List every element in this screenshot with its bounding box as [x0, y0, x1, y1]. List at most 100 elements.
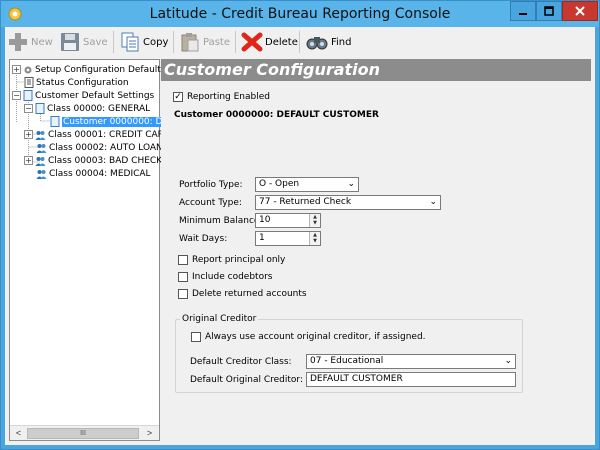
find-button[interactable]: Find	[305, 29, 352, 55]
default-original-creditor-input[interactable]: DEFAULT CUSTOMER	[306, 372, 516, 387]
scroll-left-icon[interactable]: <	[11, 427, 26, 440]
original-creditor-group-title: Original Creditor	[180, 314, 259, 324]
toolbar: New Save Copy Paste Delete Find	[5, 27, 595, 57]
minimize-icon	[519, 13, 527, 15]
tree-item-customer-default-settings[interactable]: − Customer Default Settings	[12, 89, 154, 102]
tree-item-label: Class 00000: GENERAL	[47, 103, 151, 114]
app-window: Latitude - Credit Bureau Reporting Conso…	[0, 0, 600, 450]
collapse-icon[interactable]: −	[12, 91, 21, 100]
delete-x-icon	[241, 32, 263, 52]
document-icon	[23, 90, 33, 101]
reporting-enabled-checkbox[interactable]: ✓ Reporting Enabled	[173, 92, 270, 102]
report-principal-checkbox[interactable]: Report principal only	[178, 255, 285, 265]
plus-icon	[9, 33, 27, 51]
delete-button[interactable]: Delete	[241, 29, 298, 55]
portfolio-type-label: Portfolio Type:	[179, 180, 243, 190]
find-label: Find	[331, 36, 352, 48]
chevron-down-icon: ⌄	[347, 179, 355, 189]
tree-item-label: Setup Configuration Default	[35, 64, 161, 75]
tree-item-class-general[interactable]: − Class 00000: GENERAL	[24, 102, 150, 115]
minimum-balance-value: 10	[259, 215, 271, 225]
default-creditor-class-select[interactable]: 07 - Educational ⌄	[306, 354, 516, 369]
copy-icon	[121, 32, 139, 52]
chevron-down-icon: ⌄	[504, 356, 512, 366]
tree-item-label: Customer 0000000: DE	[62, 116, 170, 127]
default-creditor-class-value: 07 - Educational	[310, 356, 384, 366]
checkbox-empty-icon[interactable]	[178, 255, 188, 265]
tree-item-label: Status Configuration	[36, 77, 129, 88]
delete-returned-label: Delete returned accounts	[192, 289, 307, 299]
spinner-arrows-icon[interactable]: ▲ ▼	[309, 214, 320, 227]
title-bar[interactable]: Latitude - Credit Bureau Reporting Conso…	[1, 1, 599, 27]
new-button[interactable]: New	[7, 29, 53, 55]
tree-item-status-configuration[interactable]: Status Configuration	[24, 76, 129, 89]
always-use-original-creditor-checkbox[interactable]: Always use account original creditor, if…	[191, 332, 426, 342]
account-type-value: 77 - Returned Check	[259, 197, 352, 207]
account-type-select[interactable]: 77 - Returned Check ⌄	[255, 195, 441, 210]
tree-item-setup-configuration[interactable]: + Setup Configuration Default	[12, 63, 161, 76]
tree-item-label: Class 00002: AUTO LOANS	[49, 142, 169, 153]
portfolio-type-select[interactable]: O - Open ⌄	[255, 177, 359, 192]
copy-label: Copy	[143, 36, 169, 48]
save-label: Save	[83, 36, 108, 48]
maximize-icon	[544, 6, 554, 16]
save-button[interactable]: Save	[59, 29, 108, 55]
tree-item-class-auto-loans[interactable]: Class 00002: AUTO LOANS	[36, 141, 168, 154]
document-icon	[35, 103, 45, 114]
configuration-panel: Customer Configuration ✓ Reporting Enabl…	[161, 59, 591, 441]
default-creditor-class-label: Default Creditor Class:	[190, 357, 292, 367]
paste-button[interactable]: Paste	[179, 29, 230, 55]
new-label: New	[31, 36, 53, 48]
original-creditor-group: Original Creditor Always use account ori…	[175, 314, 523, 393]
clipboard-icon	[181, 33, 199, 52]
checkbox-empty-icon[interactable]	[178, 272, 188, 282]
expand-icon[interactable]: +	[12, 65, 21, 74]
tree-item-class-medical[interactable]: Class 00004: MEDICAL	[36, 167, 151, 180]
copy-button[interactable]: Copy	[119, 29, 168, 55]
tree-item-class-credit-card[interactable]: + Class 00001: CREDIT CAR	[24, 128, 164, 141]
toolbar-separator	[299, 31, 300, 53]
expand-icon[interactable]: +	[24, 130, 33, 139]
minimum-balance-input[interactable]: 10 ▲ ▼	[255, 213, 321, 228]
people-icon	[35, 156, 46, 166]
collapse-icon[interactable]: −	[24, 104, 33, 113]
tree-item-label: Class 00001: CREDIT CAR	[48, 129, 164, 140]
scroll-thumb[interactable]: III	[27, 428, 139, 439]
include-codebtors-checkbox[interactable]: Include codebtors	[178, 272, 272, 282]
account-type-label: Account Type:	[179, 198, 242, 208]
paste-label: Paste	[203, 36, 230, 48]
checkbox-empty-icon[interactable]	[178, 289, 188, 299]
close-icon	[575, 6, 585, 16]
include-codebtors-label: Include codebtors	[192, 272, 273, 282]
wait-days-input[interactable]: 1 ▲ ▼	[255, 231, 321, 246]
toolbar-separator	[235, 31, 236, 53]
always-use-label: Always use account original creditor, if…	[205, 332, 426, 342]
toolbar-separator	[113, 31, 114, 53]
portfolio-type-value: O - Open	[259, 179, 300, 189]
close-button[interactable]	[562, 1, 598, 21]
horizontal-scrollbar[interactable]: < III >	[10, 425, 159, 440]
people-icon	[35, 130, 46, 140]
checkbox-empty-icon[interactable]	[191, 332, 201, 342]
default-original-creditor-value: DEFAULT CUSTOMER	[310, 374, 403, 384]
maximize-button[interactable]	[536, 1, 562, 21]
scroll-right-icon[interactable]: >	[142, 427, 157, 440]
delete-returned-checkbox[interactable]: Delete returned accounts	[178, 289, 307, 299]
panel-title: Customer Configuration	[161, 59, 591, 81]
checkmark-icon[interactable]: ✓	[173, 92, 183, 102]
people-icon	[36, 143, 47, 153]
tree-item-class-bad-checks[interactable]: + Class 00003: BAD CHECKS	[24, 154, 168, 167]
floppy-disk-icon	[61, 33, 79, 51]
tree-item-customer-default[interactable]: Customer 0000000: DE	[50, 115, 170, 128]
chevron-down-icon: ⌄	[429, 197, 437, 207]
delete-label: Delete	[265, 36, 298, 48]
binoculars-icon	[306, 37, 328, 50]
default-original-creditor-label: Default Original Creditor:	[190, 375, 303, 385]
client-area: New Save Copy Paste Delete Find + Setup …	[5, 27, 595, 445]
navigation-tree[interactable]: + Setup Configuration Default Status Con…	[9, 59, 170, 441]
expand-icon[interactable]: +	[24, 156, 33, 165]
minimize-button[interactable]	[510, 1, 536, 21]
toolbar-separator	[173, 31, 174, 53]
spinner-arrows-icon[interactable]: ▲ ▼	[309, 232, 320, 245]
document-icon	[50, 116, 60, 127]
